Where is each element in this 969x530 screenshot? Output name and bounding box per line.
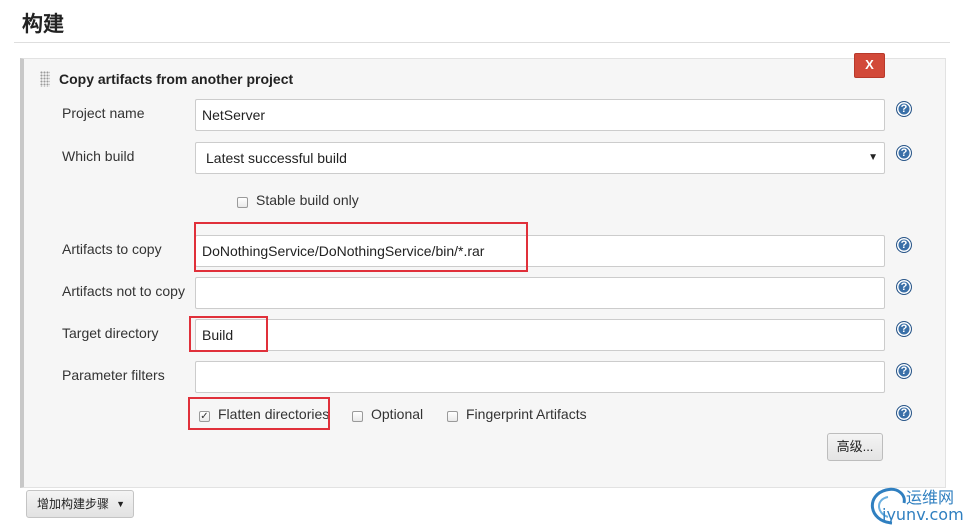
chevron-down-icon: ▼ xyxy=(868,152,878,163)
optional-label: Optional xyxy=(371,406,424,422)
add-build-step-button[interactable]: 增加构建步骤 ▼ xyxy=(26,490,134,518)
help-icon[interactable]: ? xyxy=(896,145,912,161)
project-name-label: Project name xyxy=(62,105,145,121)
highlight-artifacts xyxy=(194,222,528,272)
drag-handle-icon[interactable] xyxy=(40,71,50,87)
target-directory-label: Target directory xyxy=(62,325,159,341)
fingerprint-checkbox[interactable] xyxy=(447,411,458,422)
parameter-filters-label: Parameter filters xyxy=(62,367,165,383)
highlight-target-directory xyxy=(189,316,268,352)
step-title: Copy artifacts from another project xyxy=(59,71,294,87)
target-directory-input[interactable] xyxy=(195,319,885,351)
section-title: 构建 xyxy=(22,12,64,36)
chevron-down-icon: ▼ xyxy=(116,499,125,509)
stable-build-label: Stable build only xyxy=(256,192,359,208)
help-icon[interactable]: ? xyxy=(896,101,912,117)
artifacts-not-label: Artifacts not to copy xyxy=(62,283,185,299)
help-icon[interactable]: ? xyxy=(896,279,912,295)
which-build-label: Which build xyxy=(62,148,135,164)
watermark-domain: iyunv.com xyxy=(882,505,964,524)
artifacts-not-input[interactable] xyxy=(195,277,885,309)
delete-step-button[interactable]: X xyxy=(854,53,885,78)
artifacts-label: Artifacts to copy xyxy=(62,241,162,257)
which-build-value: Latest successful build xyxy=(206,150,347,166)
which-build-select[interactable]: Latest successful build ▼ xyxy=(195,142,885,174)
optional-checkbox[interactable] xyxy=(352,411,363,422)
help-icon[interactable]: ? xyxy=(896,363,912,379)
help-icon[interactable]: ? xyxy=(896,321,912,337)
add-build-step-label: 增加构建步骤 xyxy=(37,497,110,511)
section-divider xyxy=(14,42,950,43)
help-icon[interactable]: ? xyxy=(896,237,912,253)
highlight-flatten xyxy=(188,397,330,430)
parameter-filters-input[interactable] xyxy=(195,361,885,393)
project-name-input[interactable] xyxy=(195,99,885,131)
help-icon[interactable]: ? xyxy=(896,405,912,421)
advanced-button[interactable]: 高级... xyxy=(827,433,883,461)
fingerprint-label: Fingerprint Artifacts xyxy=(466,406,587,422)
stable-build-checkbox[interactable] xyxy=(237,197,248,208)
